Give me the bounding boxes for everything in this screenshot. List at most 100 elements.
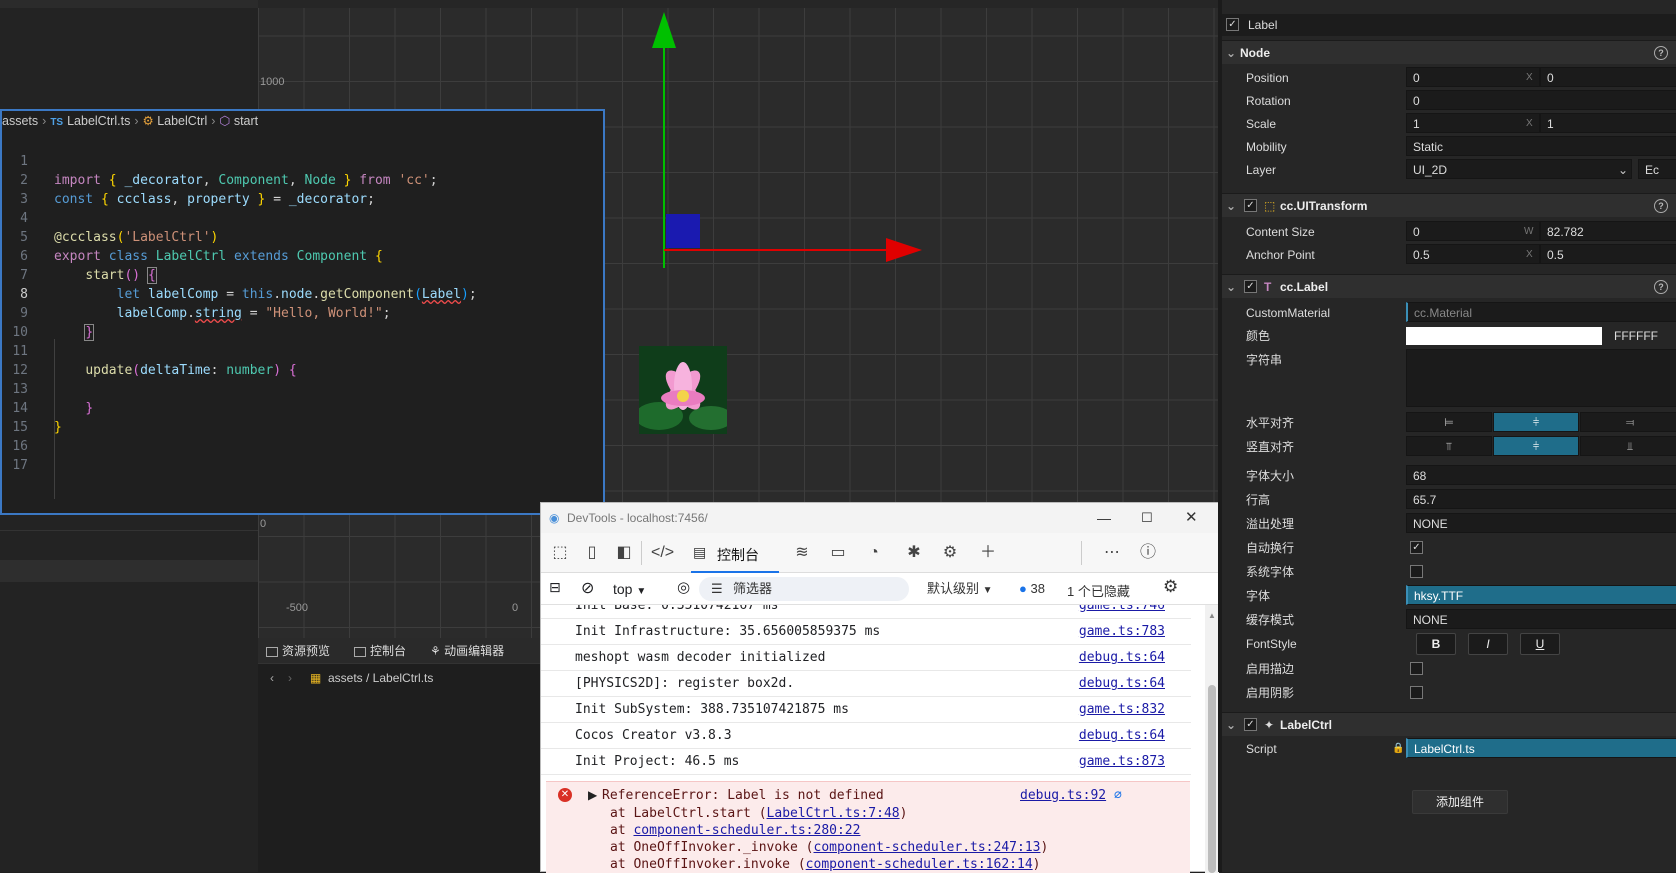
layer-edit-button[interactable]: Ec xyxy=(1638,159,1676,179)
align-left-button[interactable]: ⊨ xyxy=(1406,412,1492,432)
code-editor[interactable]: assets › TS LabelCtrl.ts › ⚙ LabelCtrl › ⬡ star… xyxy=(0,109,605,515)
tab-console-devtools[interactable]: ▤ 控制台 xyxy=(691,535,779,573)
code-line[interactable]: 7 let labelComp = this.node.getComponent… xyxy=(2,247,602,302)
scale-x-input[interactable]: 1 xyxy=(1406,113,1540,133)
section-node[interactable]: ⌄ Node ? xyxy=(1222,40,1676,64)
anchor-x-input[interactable]: 0.5 xyxy=(1406,244,1540,264)
filter-input[interactable]: ☰ 筛选器 xyxy=(699,577,909,601)
log-source-link[interactable]: debug.ts:64 xyxy=(1079,645,1165,671)
stack-link[interactable]: component-scheduler.ts:162:14 xyxy=(806,857,1033,872)
code-line[interactable]: 13 } xyxy=(2,361,602,416)
issues-badge[interactable]: ● 38 xyxy=(1019,577,1045,601)
line-height-input[interactable]: 65.7 xyxy=(1406,489,1676,509)
device-toolbar-icon[interactable]: ▯ xyxy=(581,543,603,563)
bug-icon[interactable]: ✱ xyxy=(903,543,925,563)
shadow-checkbox[interactable] xyxy=(1410,686,1423,699)
left-selected-row[interactable] xyxy=(0,560,258,582)
code-line[interactable]: 14 } xyxy=(2,380,602,435)
align-top-button[interactable]: ⫪ xyxy=(1406,436,1492,456)
rotation-input[interactable]: 0 xyxy=(1406,90,1676,110)
console-scrollbar[interactable]: ▲ xyxy=(1205,605,1219,873)
code-line[interactable]: 11 update(deltaTime: number) { xyxy=(2,323,602,378)
code-line[interactable]: 2 const { ccclass, property } = _decorat… xyxy=(2,152,602,207)
move-gizmo[interactable] xyxy=(638,10,938,280)
gizmo-y-arrow[interactable] xyxy=(652,12,676,48)
more-icon[interactable]: ⋯ xyxy=(1101,543,1123,563)
anchor-y-input[interactable]: 0.5 xyxy=(1540,244,1676,264)
component-enabled-checkbox[interactable]: ✓ xyxy=(1244,199,1257,212)
lotus-sprite[interactable] xyxy=(639,346,727,434)
scene-toolbar[interactable] xyxy=(258,0,1218,8)
content-width-input[interactable]: 0 xyxy=(1406,221,1540,241)
network-icon[interactable]: ≋ xyxy=(791,543,813,563)
align-center-button[interactable]: ⫩ xyxy=(1493,412,1579,432)
mobility-select[interactable]: Static xyxy=(1406,136,1676,156)
scrollbar-thumb[interactable] xyxy=(1208,685,1216,873)
console-output[interactable]: Init Base: 0.3510742167 ms game.ts:746 In… xyxy=(541,605,1219,873)
eye-icon[interactable]: ◎ xyxy=(677,578,690,596)
stack-link[interactable]: component-scheduler.ts:247:13 xyxy=(814,840,1041,855)
breadcrumb-method[interactable]: start xyxy=(234,114,258,128)
code-line[interactable]: 17 xyxy=(2,437,602,473)
tab-animation-editor[interactable]: ⚘ 动画编辑器 xyxy=(430,638,504,664)
section-labelctrl[interactable]: ⌄ ✓ ✦ LabelCtrl xyxy=(1222,712,1676,736)
string-textarea[interactable] xyxy=(1406,349,1676,407)
forward-icon[interactable]: › xyxy=(288,664,292,692)
tab-console[interactable]: 控制台 xyxy=(354,638,406,664)
cache-mode-select[interactable]: NONE xyxy=(1406,609,1676,629)
system-font-checkbox[interactable] xyxy=(1410,565,1423,578)
back-icon[interactable]: ‹ xyxy=(270,664,274,692)
code-line[interactable]: 16 xyxy=(2,418,602,454)
settings-gear-icon[interactable]: ⚙ xyxy=(939,543,961,563)
log-source-link[interactable]: debug.ts:64 xyxy=(1079,671,1165,697)
gizmo-xy-plane[interactable] xyxy=(666,214,700,248)
scale-y-input[interactable]: 1 xyxy=(1540,113,1676,133)
align-right-button[interactable]: ⫤ xyxy=(1580,412,1676,432)
code-line[interactable]: 12 xyxy=(2,342,602,378)
minimize-icon[interactable]: — xyxy=(1097,503,1111,533)
code-line[interactable]: 10 xyxy=(2,304,602,340)
script-asset[interactable]: LabelCtrl.ts xyxy=(1406,738,1676,758)
component-enabled-checkbox[interactable]: ✓ xyxy=(1244,718,1257,731)
gizmo-x-arrow[interactable] xyxy=(886,238,922,262)
elements-icon[interactable]: </> xyxy=(651,543,674,563)
underline-button[interactable]: U xyxy=(1520,633,1560,655)
align-middle-button[interactable]: ⫩ xyxy=(1493,436,1579,456)
maximize-icon[interactable]: ☐ xyxy=(1141,503,1153,533)
font-asset[interactable]: hksy.TTF xyxy=(1406,585,1676,605)
component-enabled-checkbox[interactable]: ✓ xyxy=(1244,280,1257,293)
outline-checkbox[interactable] xyxy=(1410,662,1423,675)
stack-link[interactable]: component-scheduler.ts:280:22 xyxy=(633,823,860,838)
error-source-link[interactable]: debug.ts:92 xyxy=(1020,788,1106,803)
section-uitransform[interactable]: ⌄ ✓ ⬚ cc.UITransform ? xyxy=(1222,193,1676,217)
log-level-select[interactable]: 默认级别 ▼ xyxy=(927,577,993,601)
overflow-select[interactable]: NONE xyxy=(1406,513,1676,533)
breadcrumb-folder[interactable]: assets xyxy=(2,114,38,128)
log-source-link[interactable]: game.ts:783 xyxy=(1079,619,1165,645)
bold-button[interactable]: B xyxy=(1416,633,1456,655)
plus-icon[interactable]: ＋ xyxy=(977,543,999,563)
font-size-input[interactable]: 68 xyxy=(1406,465,1676,485)
stack-link[interactable]: LabelCtrl.ts:7:48 xyxy=(767,806,900,821)
performance-icon[interactable]: ◔ xyxy=(863,543,885,563)
close-icon[interactable]: ✕ xyxy=(1185,503,1198,533)
log-source-link[interactable]: game.ts:873 xyxy=(1079,749,1165,775)
code-line[interactable]: 4 @ccclass('LabelCtrl') xyxy=(2,190,602,245)
sidebar-toggle-icon[interactable]: ⊟ xyxy=(549,579,561,596)
content-height-input[interactable]: 82.782 xyxy=(1540,221,1676,241)
section-cc-label[interactable]: ⌄ ✓ T cc.Label ? xyxy=(1222,274,1676,298)
wrap-checkbox[interactable]: ✓ xyxy=(1410,541,1423,554)
log-source-link[interactable]: debug.ts:64 xyxy=(1079,723,1165,749)
help-icon[interactable]: ⓘ xyxy=(1137,543,1159,563)
node-name[interactable]: Label xyxy=(1248,14,1277,36)
breadcrumb-file[interactable]: LabelCtrl.ts xyxy=(67,114,130,128)
color-hex[interactable]: FFFFFF xyxy=(1614,325,1658,347)
expand-triangle-icon[interactable]: ▶ xyxy=(588,788,597,802)
application-icon[interactable]: ▭ xyxy=(827,543,849,563)
code-line[interactable]: 5 export class LabelCtrl extends Compone… xyxy=(2,209,602,264)
ai-explain-icon[interactable]: ⌀ xyxy=(1114,786,1122,802)
code-line[interactable]: 8 labelComp.string = "Hello, World!"; xyxy=(2,266,602,321)
code-line[interactable]: 9 } xyxy=(2,285,602,341)
node-active-checkbox[interactable]: ✓ xyxy=(1226,18,1239,31)
layer-select[interactable]: UI_2D xyxy=(1406,159,1632,179)
